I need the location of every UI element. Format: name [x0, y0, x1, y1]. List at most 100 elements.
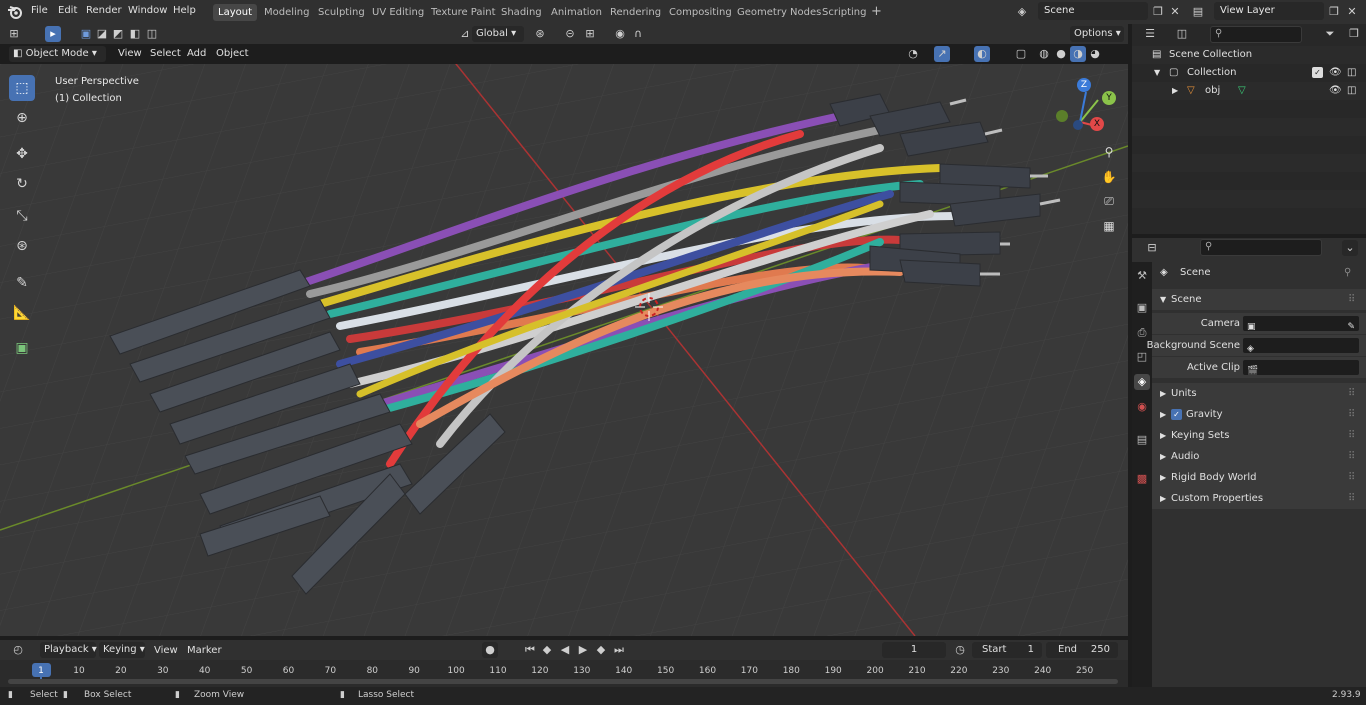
drag-handle-icon[interactable]: ⠿ [1348, 446, 1355, 467]
annotate-tool-icon[interactable]: ✎ [9, 270, 35, 296]
menu-file[interactable]: File [31, 4, 48, 18]
outliner-editor-type-icon[interactable]: ☰ [1142, 26, 1158, 42]
gizmo-y-axis[interactable]: Y [1102, 91, 1116, 105]
scene-name-field[interactable]: Scene [1038, 2, 1148, 20]
jump-end-icon[interactable]: ⏭ [611, 642, 627, 658]
play-reverse-icon[interactable]: ◀ [557, 642, 573, 658]
outliner-row-collection[interactable]: ▼ ▢ Collection ✓ 👁 ◫ [1132, 64, 1366, 82]
view-layer-field[interactable]: View Layer [1214, 2, 1324, 20]
timeline-scrollbar[interactable] [8, 679, 1118, 684]
properties-editor-type-icon[interactable]: ⊟ [1144, 240, 1160, 256]
material-shading-icon[interactable]: ◑ [1070, 46, 1086, 62]
camera-render-icon[interactable]: ◫ [1347, 64, 1356, 82]
drag-handle-icon[interactable]: ⠿ [1348, 425, 1355, 446]
properties-options-icon[interactable]: ⌄ [1342, 240, 1358, 256]
menu-view[interactable]: View [118, 48, 142, 59]
timeline-menu-view[interactable]: View [154, 645, 178, 656]
gizmo-z-axis[interactable]: Z [1077, 78, 1091, 92]
texture-tab-icon[interactable]: ▩ [1134, 471, 1150, 487]
3d-viewport[interactable]: Z Y X ⚲ ✋ ⎚ ▦ User Perspective (1) Colle… [0, 64, 1128, 636]
properties-search-field[interactable]: ⚲ [1200, 239, 1322, 256]
preview-range-icon[interactable]: ◷ [952, 642, 968, 658]
prev-keyframe-icon[interactable]: ◆ [539, 642, 555, 658]
snap-target-icon[interactable]: ⊞ [582, 26, 598, 42]
drag-handle-icon[interactable]: ⠿ [1348, 404, 1355, 425]
tool-tab-icon[interactable]: ⚒ [1134, 268, 1150, 284]
drag-handle-icon[interactable]: ⠿ [1348, 289, 1355, 310]
current-frame-field[interactable]: 1 [882, 642, 946, 658]
expand-arrow-icon[interactable]: ▶ [1172, 82, 1178, 100]
keying-sets-panel-header[interactable]: ▶ Keying Sets ⠿ [1152, 425, 1366, 446]
jump-start-icon[interactable]: ⏮ [522, 642, 538, 658]
start-frame-field[interactable]: Start 1 [972, 642, 1042, 658]
tab-uv-editing[interactable]: UV Editing [367, 4, 429, 21]
tab-scripting[interactable]: Scripting [817, 4, 871, 21]
select-mode-subtract-icon[interactable]: ◩ [110, 26, 126, 42]
play-icon[interactable]: ▶ [575, 642, 591, 658]
tab-texture-paint[interactable]: Texture Paint [426, 4, 501, 21]
eye-icon[interactable]: 👁 [1329, 82, 1342, 100]
menu-add[interactable]: Add [187, 48, 206, 59]
active-clip-field[interactable]: 🎬 [1242, 359, 1360, 376]
menu-window[interactable]: Window [128, 4, 167, 18]
scene-selector-icon[interactable]: ◈ [1014, 4, 1030, 20]
drag-handle-icon[interactable]: ⠿ [1348, 383, 1355, 404]
tab-compositing[interactable]: Compositing [664, 4, 737, 21]
visibility-icon[interactable]: ◔ [905, 46, 921, 62]
overlay-toggle-icon[interactable]: ◐ [974, 46, 990, 62]
timeline-menu-marker[interactable]: Marker [187, 645, 222, 656]
perspective-toggle-icon[interactable]: ▦ [1098, 215, 1120, 237]
wireframe-shading-icon[interactable]: ◍ [1036, 46, 1052, 62]
gizmo-x-axis[interactable]: X [1090, 117, 1104, 131]
camera-view-icon[interactable]: ⎚ [1098, 190, 1120, 212]
display-mode-icon[interactable]: ◫ [1174, 26, 1190, 42]
select-mode-new-icon[interactable]: ▣ [78, 26, 94, 42]
delete-view-layer-icon[interactable]: ✕ [1344, 4, 1360, 20]
delete-scene-icon[interactable]: ✕ [1167, 4, 1183, 20]
timeline-editor-type-icon[interactable]: ◴ [10, 642, 26, 658]
gravity-panel-header[interactable]: ▶ ✓ Gravity ⠿ [1152, 404, 1366, 425]
drag-handle-icon[interactable]: ⠿ [1348, 467, 1355, 488]
proportional-edit-icon[interactable]: ◉ [612, 26, 628, 42]
menu-render[interactable]: Render [86, 4, 122, 18]
filter-icon[interactable]: ⏷ [1322, 26, 1338, 42]
select-mode-extend-icon[interactable]: ◪ [94, 26, 110, 42]
drag-handle-icon[interactable]: ⠿ [1348, 488, 1355, 509]
new-collection-icon[interactable]: ❐ [1346, 26, 1362, 42]
options-dropdown[interactable]: Options ▾ [1070, 26, 1124, 42]
tab-shading[interactable]: Shading [496, 4, 547, 21]
tab-layout[interactable]: Layout [213, 4, 257, 21]
zoom-icon[interactable]: ⚲ [1098, 141, 1120, 163]
select-mode-intersect-icon[interactable]: ◫ [144, 26, 160, 42]
view-layer-selector-icon[interactable]: ▤ [1190, 4, 1206, 20]
add-workspace-icon[interactable]: + [871, 4, 882, 21]
menu-select[interactable]: Select [150, 48, 181, 59]
exclude-checkbox[interactable]: ✓ [1312, 67, 1323, 78]
new-scene-icon[interactable]: ❐ [1150, 4, 1166, 20]
background-scene-field[interactable]: ◈ [1242, 337, 1360, 354]
tab-geometry-nodes[interactable]: Geometry Nodes [732, 4, 826, 21]
rigid-body-world-panel-header[interactable]: ▶ Rigid Body World ⠿ [1152, 467, 1366, 488]
measure-tool-icon[interactable]: 📐 [9, 300, 35, 326]
new-view-layer-icon[interactable]: ❐ [1326, 4, 1342, 20]
camera-render-icon[interactable]: ◫ [1347, 82, 1356, 100]
blender-logo-icon[interactable] [7, 4, 23, 20]
scene-panel-header[interactable]: ▼ Scene ⠿ [1152, 289, 1366, 310]
playback-dropdown[interactable]: Playback ▾ [40, 642, 97, 658]
record-icon[interactable]: ● [482, 642, 498, 658]
world-tab-icon[interactable]: ◉ [1134, 399, 1150, 415]
tab-modeling[interactable]: Modeling [259, 4, 315, 21]
orientation-dropdown[interactable]: Global ▾ [472, 26, 524, 42]
custom-properties-panel-header[interactable]: ▶ Custom Properties ⠿ [1152, 488, 1366, 509]
units-panel-header[interactable]: ▶ Units ⠿ [1152, 383, 1366, 404]
select-mode-invert-icon[interactable]: ◧ [127, 26, 143, 42]
pivot-point-icon[interactable]: ⊛ [532, 26, 548, 42]
cursor-tool-icon[interactable]: ⊕ [9, 105, 35, 131]
pin-icon[interactable]: ⚲ [1344, 262, 1351, 283]
eye-icon[interactable]: 👁 [1329, 64, 1342, 82]
select-tool-icon[interactable]: ▸ [45, 26, 61, 42]
tab-rendering[interactable]: Rendering [605, 4, 666, 21]
menu-help[interactable]: Help [173, 4, 196, 18]
collection-tab-icon[interactable]: ▤ [1134, 432, 1150, 448]
camera-field[interactable]: ▣ ✎ [1242, 315, 1360, 332]
